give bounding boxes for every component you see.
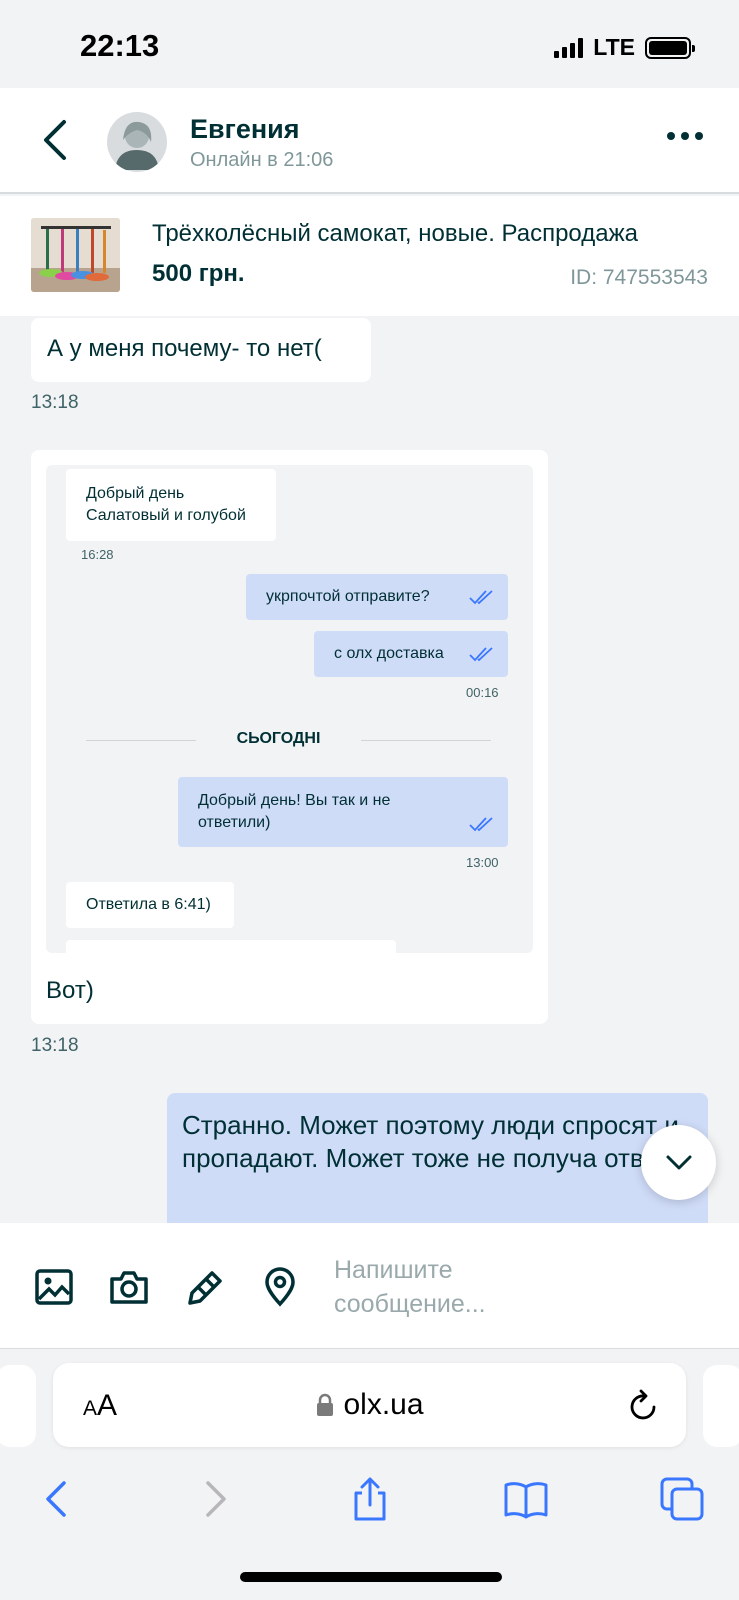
image-button[interactable] — [34, 1267, 74, 1307]
read-check-icon — [469, 590, 493, 605]
back-icon — [44, 120, 66, 160]
contact-name[interactable]: Евгения — [190, 114, 300, 145]
ad-title[interactable]: Трёхколёсный самокат, новые. Распродажа — [152, 220, 638, 248]
status-time: 22:13 — [80, 28, 160, 63]
signal-icon — [554, 37, 584, 58]
contact-status: Онлайн в 21:06 — [190, 149, 334, 171]
ss-time: 16:28 — [81, 547, 114, 562]
tabs-icon[interactable] — [658, 1475, 706, 1523]
ss-message-outgoing: Добрый день! Вы так и не ответили) — [178, 777, 508, 847]
camera-icon — [110, 1271, 148, 1304]
status-indicators: LTE — [554, 34, 695, 61]
ad-thumbnail[interactable] — [31, 218, 120, 292]
scooter-image — [31, 218, 120, 292]
ss-message-incoming: Добрый день Салатовый и голубой — [66, 469, 276, 541]
message-text: Странно. Может поэтому люди спросят и пр… — [182, 1110, 679, 1173]
message-text: А у меня почему- то нет( — [47, 335, 322, 362]
browser-toolbar: AA olx.ua — [0, 1349, 739, 1600]
ad-id: ID: 747553543 — [570, 266, 708, 289]
attach-button[interactable] — [184, 1267, 224, 1307]
address-bar[interactable]: AA olx.ua — [53, 1363, 686, 1447]
url-text[interactable]: olx.ua — [53, 1388, 686, 1422]
read-check-icon — [469, 817, 493, 832]
ss-time: 00:16 — [466, 685, 499, 700]
more-icon — [667, 132, 675, 140]
scroll-down-button[interactable] — [641, 1125, 716, 1200]
reload-icon[interactable] — [628, 1387, 660, 1423]
attach-icon — [188, 1271, 222, 1305]
network-label: LTE — [593, 34, 635, 60]
message-time: 13:18 — [31, 392, 79, 413]
ss-message-incoming: Ответила в 6:41) — [66, 882, 234, 928]
image-icon — [35, 1269, 73, 1305]
ss-divider-label: СЬОГОДНІ — [236, 730, 321, 747]
message-outgoing: Странно. Может поэтому люди спросят и пр… — [167, 1093, 708, 1233]
ss-divider-line — [361, 740, 491, 741]
ss-message-text: Добрый день! Вы так и не ответили) — [198, 792, 391, 831]
location-icon — [265, 1267, 295, 1307]
message-input[interactable]: Напишите сообщение... — [334, 1253, 534, 1321]
ss-message-text: укрпочтой отправите? — [266, 588, 430, 605]
chat-header: Евгения Онлайн в 21:06 — [0, 88, 739, 194]
message-time: 13:18 — [31, 1035, 79, 1056]
ad-price: 500 грн. — [152, 260, 245, 287]
more-button[interactable] — [667, 132, 703, 140]
ss-cropped-bubble — [66, 940, 396, 953]
chevron-down-icon — [666, 1155, 691, 1169]
ss-divider-line — [86, 740, 196, 741]
attached-screenshot[interactable]: Добрый день Салатовый и голубой 16:28 ук… — [46, 465, 533, 953]
battery-icon — [645, 36, 695, 59]
next-tab[interactable] — [703, 1365, 739, 1447]
message-incoming: А у меня почему- то нет( — [31, 318, 371, 382]
ss-message-text: с олх доставка — [334, 645, 444, 662]
back-button[interactable] — [36, 116, 76, 164]
message-text: Вот) — [46, 977, 94, 1004]
bookmarks-icon[interactable] — [502, 1475, 550, 1523]
ss-message-text: Ответила в 6:41) — [86, 896, 211, 913]
home-indicator[interactable] — [240, 1572, 502, 1582]
avatar[interactable] — [107, 112, 167, 172]
read-check-icon — [469, 647, 493, 662]
ss-time: 13:00 — [466, 855, 499, 870]
message-composer: Напишите сообщение... — [0, 1223, 739, 1349]
location-button[interactable] — [260, 1267, 300, 1307]
share-icon[interactable] — [346, 1475, 394, 1523]
ad-card[interactable]: Трёхколёсный самокат, новые. Распродажа … — [0, 196, 739, 316]
previous-tab[interactable] — [0, 1365, 36, 1447]
browser-forward-icon[interactable] — [190, 1475, 238, 1523]
avatar-icon — [115, 121, 159, 170]
status-bar: 22:13 LTE — [0, 0, 739, 88]
browser-back-icon[interactable] — [34, 1475, 82, 1523]
camera-button[interactable] — [108, 1267, 148, 1307]
